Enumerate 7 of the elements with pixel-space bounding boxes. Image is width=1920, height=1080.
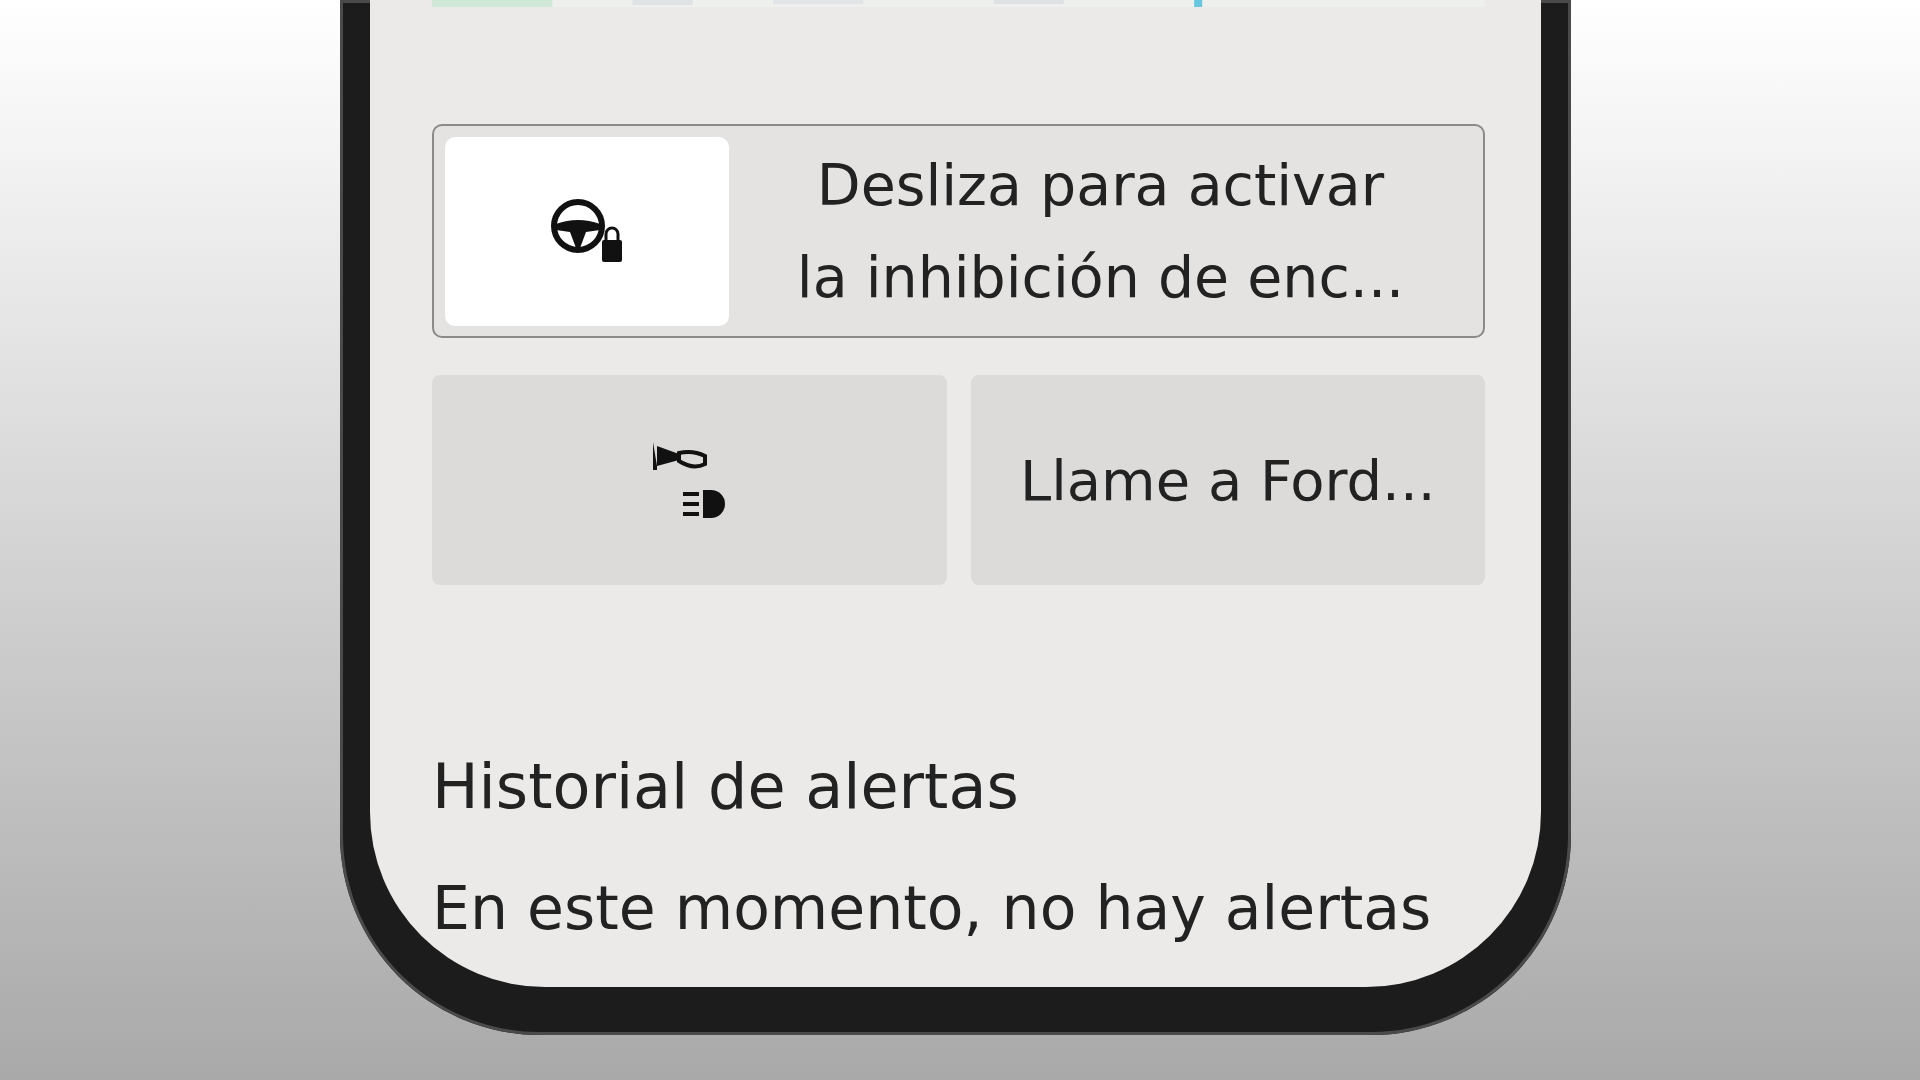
slider-label: Desliza para activar la inhibición de enc... — [795, 151, 1406, 312]
call-button[interactable]: Llame a Ford... — [970, 375, 1485, 585]
slide-to-activate-slider[interactable]: Desliza para activar la inhibición de enc... — [432, 124, 1485, 338]
slider-handle[interactable] — [445, 136, 729, 326]
section-title: Historial de alertas — [432, 750, 1020, 823]
empty-message: En este momento, no hay alertas — [432, 873, 1433, 943]
steering-wheel-lock-icon — [550, 198, 624, 264]
